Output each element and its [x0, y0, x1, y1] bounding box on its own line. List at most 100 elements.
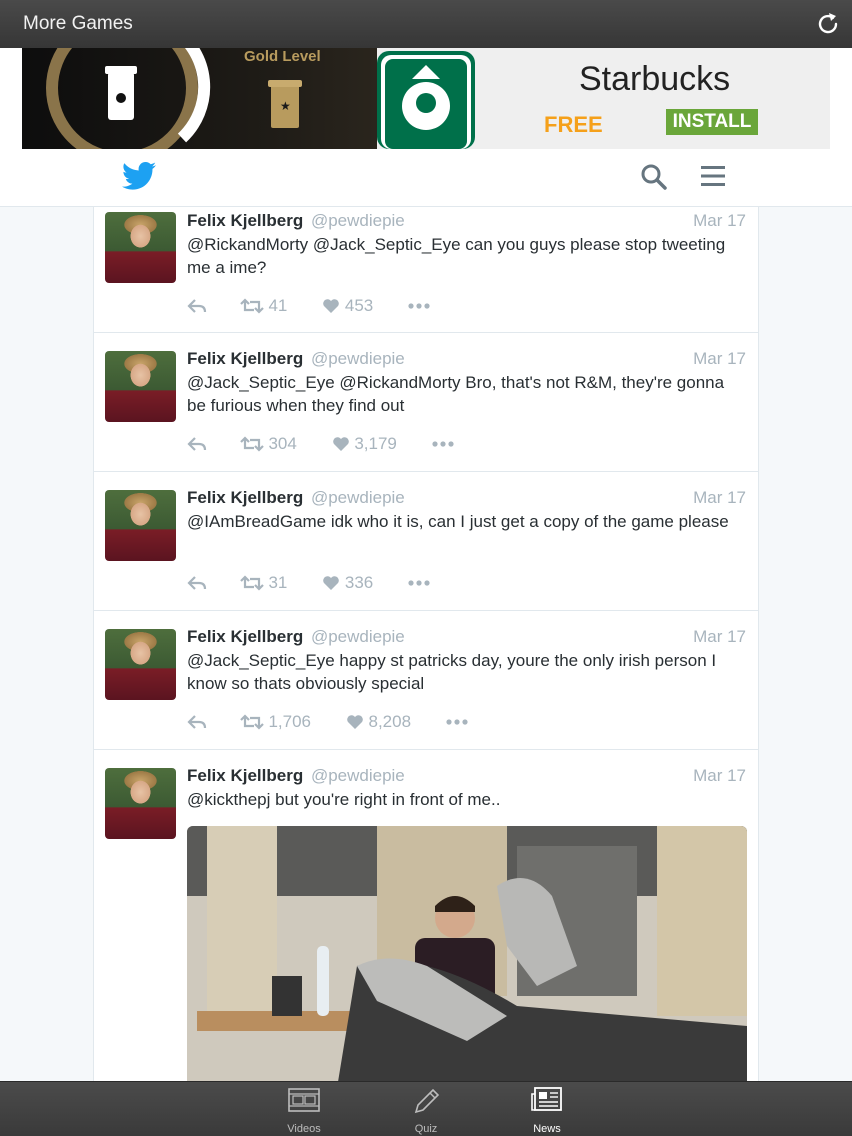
tweet-date[interactable]: Mar 17 [693, 764, 746, 788]
more-options-button[interactable] [446, 710, 468, 734]
pencil-icon [414, 1088, 440, 1114]
like-button[interactable]: 3,179 [332, 432, 397, 456]
reply-button[interactable] [187, 710, 207, 734]
retweet-count: 1,706 [268, 711, 312, 731]
more-options-button[interactable] [408, 571, 430, 595]
retweet-icon [239, 298, 264, 314]
more-options-button[interactable] [431, 432, 454, 456]
tweet-text: @kickthepj but you're right in front of … [187, 790, 501, 809]
author-name[interactable]: Felix Kjellberg [187, 766, 303, 785]
reply-button[interactable] [187, 571, 207, 595]
avatar[interactable] [105, 212, 176, 283]
tweet-body: Felix Kjellberg @pewdiepie Mar 17 @kickt… [187, 764, 747, 1081]
avatar[interactable] [105, 768, 176, 839]
author-name[interactable]: Felix Kjellberg [187, 627, 303, 646]
retweet-button[interactable]: 1,706 [239, 710, 312, 734]
retweet-icon [239, 436, 264, 452]
menu-icon[interactable] [700, 164, 726, 188]
tweet-date[interactable]: Mar 17 [693, 347, 746, 371]
like-count: 8,208 [368, 711, 412, 731]
starbucks-logo [377, 51, 475, 149]
svg-text:★: ★ [280, 99, 291, 113]
photo-room-scene [187, 826, 747, 1081]
tweet-date[interactable]: Mar 17 [693, 209, 746, 233]
more-dots-icon [408, 580, 430, 586]
tweet-text: @IAmBreadGame idk who it is, can I just … [187, 512, 729, 531]
tab-label: Quiz [414, 1123, 438, 1135]
heart-icon [346, 715, 363, 730]
heart-icon [323, 576, 339, 591]
author-handle[interactable]: @pewdiepie [311, 349, 405, 368]
retweet-button[interactable]: 304 [239, 432, 297, 456]
tweet-body: Felix Kjellberg @pewdiepie Mar 17 @Ricka… [187, 209, 746, 315]
more-games-link[interactable]: More Games [23, 13, 133, 35]
avatar[interactable] [105, 351, 176, 422]
tab-videos[interactable]: Videos [274, 1086, 334, 1135]
author-handle[interactable]: @pewdiepie [311, 488, 405, 507]
twitter-header [0, 149, 852, 207]
like-button[interactable]: 453 [322, 294, 373, 318]
reply-button[interactable] [187, 432, 207, 456]
starbucks-cup-graphic: ★ [46, 48, 302, 149]
reply-icon [187, 437, 207, 451]
tweet-item[interactable]: Felix Kjellberg @pewdiepie Mar 17 @Jack_… [94, 611, 758, 750]
tab-label: News [533, 1123, 561, 1135]
tweet-date[interactable]: Mar 17 [693, 625, 746, 649]
film-icon [288, 1088, 320, 1112]
tweet-feed[interactable]: Felix Kjellberg @pewdiepie Mar 17 @Ricka… [93, 207, 759, 1081]
tab-label: Videos [287, 1123, 321, 1135]
tweet-item[interactable]: Felix Kjellberg @pewdiepie Mar 17 @kickt… [94, 750, 758, 1081]
heart-icon [323, 299, 339, 314]
tweet-item[interactable]: Felix Kjellberg @pewdiepie Mar 17 @Ricka… [94, 207, 758, 333]
like-button[interactable]: 8,208 [346, 710, 411, 734]
author-name[interactable]: Felix Kjellberg [187, 349, 303, 368]
tweet-photo[interactable] [187, 826, 747, 1081]
tweet-header: Felix Kjellberg @pewdiepie Mar 17 [187, 347, 746, 371]
more-options-button[interactable] [408, 294, 430, 318]
author-handle[interactable]: @pewdiepie [311, 627, 405, 646]
ad-gold-level: Gold Level [244, 48, 321, 65]
author-name[interactable]: Felix Kjellberg [187, 488, 303, 507]
author-name[interactable]: Felix Kjellberg [187, 211, 303, 230]
author-handle[interactable]: @pewdiepie [311, 766, 405, 785]
tweet-header: Felix Kjellberg @pewdiepie Mar 17 [187, 209, 746, 233]
reply-icon [187, 576, 207, 590]
like-count: 3,179 [354, 433, 397, 453]
more-dots-icon [431, 441, 454, 447]
more-dots-icon [446, 719, 468, 725]
ad-brand-name: Starbucks [579, 60, 731, 98]
retweet-icon [239, 714, 264, 730]
retweet-button[interactable]: 31 [239, 571, 287, 595]
more-dots-icon [408, 303, 430, 309]
tweet-actions: 304 3,179 [187, 431, 454, 455]
retweet-count: 41 [268, 295, 288, 315]
tweet-item[interactable]: Felix Kjellberg @pewdiepie Mar 17 @Jack_… [94, 333, 758, 472]
ad-banner[interactable]: ★ Gold Level Starbucks FREE INSTALL [0, 48, 852, 197]
install-button[interactable]: INSTALL [666, 109, 758, 135]
twitter-bird-icon[interactable] [122, 161, 156, 191]
avatar[interactable] [105, 490, 176, 561]
tweet-item[interactable]: Felix Kjellberg @pewdiepie Mar 17 @IAmBr… [94, 472, 758, 611]
tab-news[interactable]: News [517, 1086, 577, 1135]
retweet-icon [239, 575, 264, 591]
tab-quiz[interactable]: Quiz [396, 1086, 456, 1135]
tweet-body: Felix Kjellberg @pewdiepie Mar 17 @IAmBr… [187, 486, 746, 592]
tweet-header: Felix Kjellberg @pewdiepie Mar 17 [187, 625, 746, 649]
ad-free-label: FREE [544, 112, 603, 137]
reply-icon [187, 299, 207, 313]
search-icon[interactable] [640, 163, 668, 191]
like-count: 453 [344, 295, 374, 315]
reply-button[interactable] [187, 294, 207, 318]
top-bar: More Games [0, 0, 852, 48]
bottom-tab-bar: Videos Quiz News [0, 1081, 852, 1136]
avatar[interactable] [105, 629, 176, 700]
ad-image-left: ★ Gold Level [22, 48, 377, 149]
like-button[interactable]: 336 [322, 571, 373, 595]
refresh-icon[interactable] [814, 10, 842, 38]
retweet-button[interactable]: 41 [239, 294, 288, 318]
tweet-date[interactable]: Mar 17 [693, 486, 746, 510]
heart-icon [332, 437, 349, 452]
author-handle[interactable]: @pewdiepie [311, 211, 405, 230]
retweet-count: 304 [268, 433, 297, 453]
tweet-body: Felix Kjellberg @pewdiepie Mar 17 @Jack_… [187, 347, 746, 453]
